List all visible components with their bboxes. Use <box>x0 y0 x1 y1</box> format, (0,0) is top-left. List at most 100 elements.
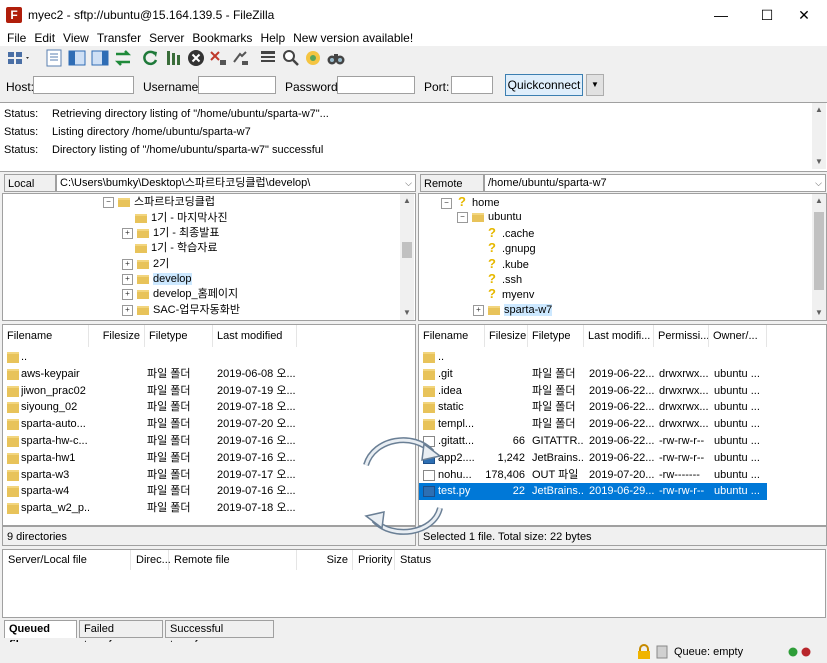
tree-item[interactable]: − 스파르타코딩클럽 <box>103 194 215 210</box>
quickconnect-dropdown-button[interactable]: ▼ <box>586 74 604 96</box>
file-owner: ubuntu ... <box>714 468 760 481</box>
site-manager-icon[interactable] <box>6 48 29 68</box>
table-row[interactable]: sparta-hw-c... 파일 폴더 2019-07-16 오... <box>3 433 301 450</box>
tree-item[interactable]: 1기 - 학습자료 <box>135 240 218 256</box>
search-remote-files-icon[interactable] <box>326 48 346 68</box>
directory-listing-filter-icon[interactable] <box>258 48 278 68</box>
queue-column-priority[interactable]: Priority <box>353 550 395 570</box>
tree-item[interactable]: ? myenv <box>486 286 534 302</box>
menu-edit[interactable]: Edit <box>30 30 59 46</box>
tree-item[interactable]: −? home <box>441 194 500 210</box>
file-type: 파일 폴더 <box>147 367 191 380</box>
minimize-button[interactable]: — <box>698 0 744 30</box>
menu-file[interactable]: File <box>3 30 30 46</box>
table-row[interactable]: sparta-hw1 파일 폴더 2019-07-16 오... <box>3 450 301 467</box>
tree-item[interactable]: ? .kube <box>486 256 529 272</box>
local-site-bar: Local site: C:\Users\bumky\Desktop\스파르타코… <box>4 174 416 208</box>
queue-column-size[interactable]: Size <box>297 550 353 570</box>
file-type: 파일 폴더 <box>532 367 576 380</box>
cancel-icon[interactable] <box>186 48 206 68</box>
column-header-last-modified[interactable]: Last modified <box>213 325 297 347</box>
menu-bookmarks[interactable]: Bookmarks <box>188 30 256 46</box>
queue-column-server-local-file[interactable]: Server/Local file <box>3 550 131 570</box>
compare-directories-icon[interactable] <box>281 48 301 68</box>
menu-view[interactable]: View <box>59 30 93 46</box>
local-tree-scrollbar[interactable]: ▲ ▼ <box>400 194 414 320</box>
table-row[interactable]: test.py 22 JetBrains... 2019-06-29... -rw-rw… <box>419 483 767 501</box>
queue-column-remote-file[interactable]: Remote file <box>169 550 297 570</box>
tree-item[interactable]: + develop_홈페이지 <box>122 286 238 302</box>
chevron-down-icon[interactable]: ⌵ <box>815 175 822 191</box>
column-header-filename[interactable]: Filename <box>419 325 485 347</box>
queue-column-status[interactable]: Status <box>395 550 825 570</box>
column-header-permissions[interactable]: Permissi... <box>654 325 709 347</box>
scroll-up-icon[interactable]: ▲ <box>812 103 826 117</box>
table-row[interactable]: sparta-w3 파일 폴더 2019-07-17 오... <box>3 467 301 484</box>
tree-item[interactable]: + sparta-w7 <box>473 302 553 318</box>
synchronized-browsing-icon[interactable] <box>303 48 323 68</box>
table-row[interactable]: app2.... 1,242 JetBrains... 2019-06-22... -r… <box>419 450 767 467</box>
column-header-filetype[interactable]: Filetype <box>145 325 213 347</box>
tree-item[interactable]: ? .cache <box>486 225 534 241</box>
table-row[interactable]: .. <box>3 349 301 366</box>
port-input[interactable] <box>451 76 493 94</box>
column-header-filesize[interactable]: Filesize <box>89 325 145 347</box>
table-row[interactable]: nohu... 178,406 OUT 파일 2019-07-20... -rw----… <box>419 467 767 484</box>
table-row[interactable]: .. <box>419 349 767 366</box>
table-row[interactable]: templ... 파일 폴더 2019-06-22... drwxrwx... ubun… <box>419 416 767 433</box>
password-input[interactable] <box>337 76 415 94</box>
toggle-log-icon[interactable] <box>44 48 64 68</box>
scroll-thumb <box>814 212 824 290</box>
column-header-owner[interactable]: Owner/... <box>709 325 767 347</box>
tab-successful-transfers[interactable]: Successful transfers <box>165 620 274 651</box>
table-row[interactable]: sparta-w4 파일 폴더 2019-07-16 오... <box>3 483 301 500</box>
tree-item[interactable]: ? .gnupg <box>486 240 536 256</box>
local-file-list: Filename Filesize Filetype Last modified… <box>2 324 416 526</box>
folder-icon <box>7 452 19 464</box>
table-row[interactable]: aws-keypair 파일 폴더 2019-06-08 오... <box>3 366 301 383</box>
menu-transfer[interactable]: Transfer <box>93 30 145 46</box>
table-row[interactable]: .git 파일 폴더 2019-06-22... drwxrwx... ubuntu .… <box>419 366 767 383</box>
table-row[interactable]: siyoung_02 파일 폴더 2019-07-18 오... <box>3 399 301 416</box>
refresh-icon[interactable] <box>140 48 160 68</box>
remote-tree-scrollbar[interactable]: ▲ ▼ <box>812 194 826 320</box>
scroll-down-icon[interactable]: ▼ <box>812 155 826 169</box>
quickconnect-button[interactable]: Quickconnect <box>505 74 583 96</box>
process-queue-icon[interactable] <box>164 48 184 68</box>
column-header-filename[interactable]: Filename <box>3 325 89 347</box>
queue-column-direction[interactable]: Direc... <box>131 550 171 570</box>
remote-site-path[interactable]: /home/ubuntu/sparta-w7 ⌵ <box>484 174 826 192</box>
close-button[interactable]: ✕ <box>781 0 827 30</box>
tab-queued-files[interactable]: Queued files <box>4 620 77 651</box>
tree-item[interactable]: + SAC-업무자동화반 <box>122 302 240 318</box>
username-input[interactable] <box>198 76 276 94</box>
table-row[interactable]: static 파일 폴더 2019-06-22... drwxrwx... ubuntu… <box>419 399 767 416</box>
log-scrollbar[interactable]: ▲ ▼ <box>812 103 826 169</box>
menu-server[interactable]: Server <box>145 30 188 46</box>
column-header-filesize[interactable]: Filesize <box>485 325 528 347</box>
tab-failed-transfers[interactable]: Failed transfers <box>79 620 163 651</box>
table-row[interactable]: jiwon_prac02 파일 폴더 2019-07-19 오... <box>3 383 301 400</box>
tree-item[interactable]: 1기 - 마지막사진 <box>135 210 228 226</box>
table-row[interactable]: .idea 파일 폴더 2019-06-22... drwxrwx... ubuntu … <box>419 383 767 400</box>
toggle-local-tree-icon[interactable] <box>67 48 87 68</box>
table-row[interactable]: .gitatt... 66 GITATTR... 2019-06-22... -rw-r… <box>419 433 767 450</box>
tree-item[interactable]: +1기 - 최종발표 <box>122 225 220 241</box>
tree-item[interactable]: + develop <box>122 271 192 287</box>
reconnect-icon[interactable] <box>230 48 250 68</box>
menu-new-version[interactable]: New version available! <box>289 30 417 46</box>
chevron-down-icon[interactable]: ⌵ <box>405 175 412 191</box>
table-row[interactable]: sparta-auto... 파일 폴더 2019-07-20 오... <box>3 416 301 433</box>
menu-help[interactable]: Help <box>256 30 289 46</box>
toggle-remote-tree-icon[interactable] <box>90 48 110 68</box>
table-row[interactable]: sparta_w2_p... 파일 폴더 2019-07-18 오... <box>3 500 301 517</box>
host-input[interactable] <box>33 76 134 94</box>
toggle-queue-icon[interactable] <box>113 48 133 68</box>
tree-item[interactable]: − ubuntu <box>457 209 522 225</box>
column-header-last-modified[interactable]: Last modifi... <box>584 325 654 347</box>
tree-item[interactable]: ? .ssh <box>486 271 522 287</box>
column-header-filetype[interactable]: Filetype <box>528 325 584 347</box>
disconnect-icon[interactable] <box>208 48 228 68</box>
tree-item[interactable]: +2기 <box>122 256 169 272</box>
local-site-path[interactable]: C:\Users\bumky\Desktop\스파르타코딩클럽\develop\… <box>56 174 416 192</box>
